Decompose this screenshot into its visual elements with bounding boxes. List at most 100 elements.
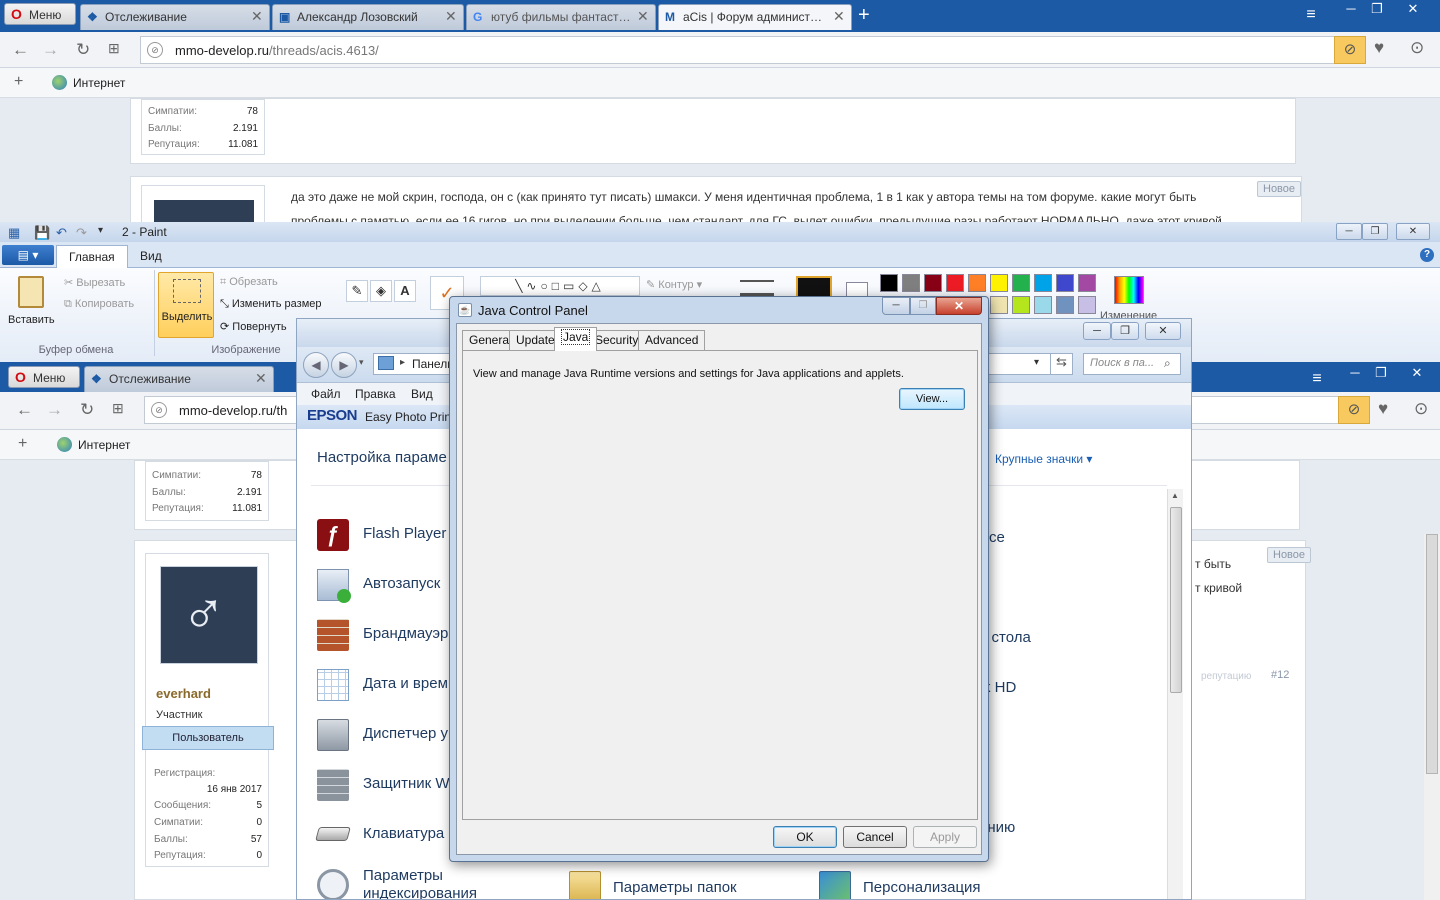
palette-color-swatch[interactable] — [1034, 296, 1052, 314]
maximize-icon[interactable]: ❐ — [1111, 322, 1139, 340]
undo-icon[interactable]: ↶ — [56, 225, 67, 241]
search-input[interactable]: Поиск в па... ⌕ — [1083, 353, 1181, 375]
palette-color-swatch[interactable] — [990, 274, 1008, 292]
reload-icon[interactable]: ↻ — [80, 400, 94, 420]
palette-color-swatch[interactable] — [990, 296, 1008, 314]
tab-home[interactable]: Главная — [56, 245, 128, 268]
palette-color-swatch[interactable] — [946, 274, 964, 292]
heart-icon[interactable]: ♥ — [1378, 399, 1388, 419]
tab-advanced[interactable]: Advanced — [638, 330, 706, 350]
speed-dial-icon[interactable]: ⊞ — [112, 400, 124, 417]
palette-color-swatch[interactable] — [924, 274, 942, 292]
maximize-icon[interactable]: ❐ — [1368, 364, 1394, 382]
cancel-button[interactable]: Cancel — [843, 826, 907, 848]
copy-button[interactable]: ⧉ Копировать — [64, 298, 134, 311]
palette-color-swatch[interactable] — [1012, 296, 1030, 314]
search-icon[interactable]: ⌕ — [1164, 356, 1171, 371]
menu-edit[interactable]: Правка — [355, 387, 396, 401]
minimize-icon[interactable]: ─ — [1336, 223, 1362, 240]
resize-button[interactable]: ⤡ Изменить размер — [220, 298, 322, 311]
forward-icon[interactable]: → — [46, 400, 63, 420]
back-icon[interactable]: ← — [16, 400, 33, 420]
palette-color-swatch[interactable] — [902, 274, 920, 292]
opera-menu-button[interactable]: O Меню — [4, 3, 76, 25]
download-icon[interactable]: ⊙ — [1410, 38, 1424, 58]
maximize-icon[interactable]: ❐ — [1364, 0, 1390, 18]
size-icon[interactable] — [740, 280, 774, 296]
save-icon[interactable]: 💾 — [34, 225, 50, 241]
speed-dial-icon[interactable]: ⊞ — [108, 40, 120, 57]
tab-java[interactable]: Java — [554, 327, 598, 351]
minimize-icon[interactable]: ─ — [882, 297, 910, 315]
refresh-icon[interactable]: ⇆ — [1050, 354, 1072, 374]
tab-menu-icon[interactable]: ≡ — [1298, 6, 1324, 24]
history-dropdown-icon[interactable]: ▾ — [359, 357, 364, 368]
close-window-icon[interactable]: ✕ — [1400, 0, 1426, 18]
rotate-button[interactable]: ⟳ Повернуть — [220, 320, 287, 333]
shapes-gallery[interactable]: ╲∿○□▭◇△ — [480, 276, 640, 296]
paste-button[interactable]: Вставить — [8, 274, 55, 334]
close-icon[interactable]: ✕ — [637, 8, 649, 25]
bookmark-internet[interactable]: Интернет — [73, 76, 125, 90]
minimize-icon[interactable]: ─ — [1338, 0, 1364, 18]
url-field[interactable]: ⊘ mmo-develop.ru/threads/acis.4613/ — [140, 36, 1336, 64]
bookmark-internet[interactable]: Интернет — [78, 438, 130, 452]
reputation-link[interactable]: репутацию — [1201, 671, 1251, 682]
tab-lozovsky[interactable]: ▣ Александр Лозовский ✕ — [272, 4, 464, 30]
heart-icon[interactable]: ♥ — [1374, 38, 1384, 58]
site-info-icon[interactable]: ⊘ — [151, 402, 167, 418]
forward-icon[interactable]: ▶ — [331, 352, 357, 378]
opera-menu-button[interactable]: O Меню — [8, 366, 80, 388]
close-window-icon[interactable]: ✕ — [1396, 223, 1430, 240]
page-scrollbar[interactable] — [1424, 534, 1440, 900]
edit-colors-icon[interactable] — [1114, 276, 1144, 304]
palette-color-swatch[interactable] — [1056, 296, 1074, 314]
add-bookmark-icon[interactable]: + — [14, 73, 23, 91]
new-tab-icon[interactable]: + — [858, 4, 870, 27]
cp-item-label[interactable]: ce — [989, 529, 1005, 546]
tab-menu-icon[interactable]: ≡ — [1304, 370, 1330, 388]
tab-tracking[interactable]: ❖ Отслеживание ✕ — [80, 4, 270, 30]
fill-icon[interactable]: ◈ — [370, 280, 392, 302]
palette-color-swatch[interactable] — [1034, 274, 1052, 292]
chevron-down-icon[interactable]: ▾ — [1034, 357, 1039, 368]
close-window-icon[interactable]: ✕ — [1404, 364, 1430, 382]
post-number[interactable]: #12 — [1271, 669, 1289, 681]
scrollbar-thumb[interactable] — [1426, 534, 1438, 774]
palette-color-swatch[interactable] — [1078, 296, 1096, 314]
forward-icon[interactable]: → — [42, 40, 59, 60]
back-icon[interactable]: ← — [12, 40, 29, 60]
pencil-icon[interactable]: ✎ — [346, 280, 368, 302]
palette-color-swatch[interactable] — [1056, 274, 1074, 292]
cp-item-folder-options[interactable]: Параметры папок — [569, 867, 809, 899]
add-bookmark-icon[interactable]: + — [18, 435, 27, 453]
epson-easy-photo-print[interactable]: Easy Photo Print — [365, 410, 454, 424]
ok-button[interactable]: OK — [773, 826, 837, 848]
breadcrumb-item[interactable]: Панель — [412, 357, 453, 371]
close-icon[interactable]: ✕ — [833, 8, 845, 25]
cut-button[interactable]: ✂ Вырезать — [64, 276, 125, 289]
text-tool-icon[interactable]: A — [394, 280, 416, 302]
download-icon[interactable]: ⊙ — [1414, 399, 1428, 419]
minimize-icon[interactable]: ─ — [1342, 364, 1368, 382]
close-icon[interactable]: ✕ — [251, 8, 263, 25]
adblock-icon[interactable]: ⊘ — [1334, 36, 1366, 64]
control-panel-scrollbar[interactable]: ▲ — [1167, 489, 1183, 899]
adblock-icon[interactable]: ⊘ — [1338, 396, 1370, 424]
close-window-icon[interactable]: ✕ — [936, 297, 982, 315]
close-window-icon[interactable]: ✕ — [1145, 322, 1181, 340]
customize-toolbar-icon[interactable]: ▾ — [98, 225, 103, 236]
redo-icon[interactable]: ↷ — [76, 225, 87, 241]
close-icon[interactable]: ✕ — [445, 8, 457, 25]
maximize-icon[interactable]: ❐ — [1362, 223, 1388, 240]
tab-youtube-search[interactable]: G ютуб фильмы фантастика ✕ — [466, 4, 656, 30]
menu-file[interactable]: Файл — [311, 387, 341, 401]
outline-button[interactable]: ✎ Контур ▾ — [646, 278, 702, 291]
tab-view[interactable]: Вид — [128, 245, 174, 268]
minimize-icon[interactable]: ─ — [1083, 322, 1111, 340]
palette-color-swatch[interactable] — [968, 274, 986, 292]
close-icon[interactable]: ✕ — [255, 370, 267, 387]
view-by-dropdown[interactable]: Крупные значки ▾ — [995, 452, 1092, 466]
menu-view[interactable]: Вид — [411, 387, 433, 401]
site-info-icon[interactable]: ⊘ — [147, 42, 163, 58]
